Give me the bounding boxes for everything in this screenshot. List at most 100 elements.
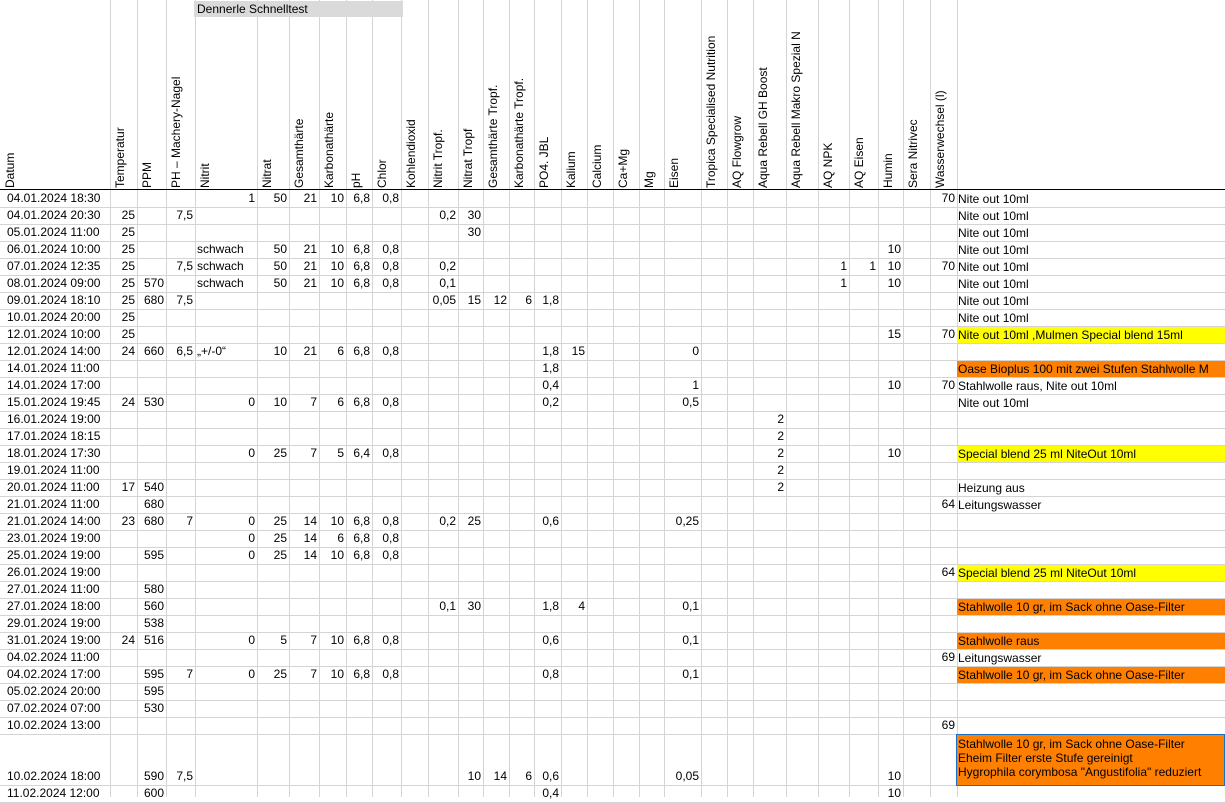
cell-gesamtharte[interactable]: 7 <box>289 445 317 462</box>
cell-temperatur[interactable]: 25 <box>110 326 135 343</box>
cell-chlor[interactable]: 0,8 <box>372 241 399 258</box>
cell-ppm[interactable]: 540 <box>137 479 164 496</box>
cell-ph[interactable]: 6,4 <box>346 445 370 462</box>
date-cell[interactable]: 12.01.2024 14:00 <box>7 343 100 360</box>
cell-temperatur[interactable]: 24 <box>110 632 135 649</box>
cell-chlor[interactable]: 0,8 <box>372 666 399 683</box>
date-cell[interactable]: 14.01.2024 11:00 <box>7 360 100 377</box>
cell-aqua-rebell-gh-boost[interactable]: 2 <box>753 462 784 479</box>
cell-ph-machery-nagel[interactable]: 7 <box>166 666 193 683</box>
cell-nitrat[interactable]: 25 <box>257 530 287 547</box>
cell-humin[interactable]: 10 <box>878 785 901 802</box>
cell-ph[interactable]: 6,8 <box>346 530 370 547</box>
cell-ppm[interactable]: 560 <box>137 598 164 615</box>
cell-nitrat[interactable]: 25 <box>257 666 287 683</box>
cell-nitrit-tropf[interactable]: 0,05 <box>428 292 456 309</box>
notes-cell[interactable]: Nite out 10ml <box>957 225 1225 241</box>
cell-ph-machery-nagel[interactable]: 7,5 <box>166 768 193 785</box>
cell-nitrat[interactable]: 5 <box>257 632 287 649</box>
cell-temperatur[interactable]: 25 <box>110 275 135 292</box>
cell-ph[interactable]: 6,8 <box>346 666 370 683</box>
cell-eisen[interactable]: 0,1 <box>664 666 699 683</box>
date-cell[interactable]: 04.01.2024 20:30 <box>7 207 100 224</box>
cell-karbonatharte[interactable]: 10 <box>319 632 344 649</box>
notes-cell[interactable]: Nite out 10ml ,Mulmen Special blend 15ml <box>957 327 1225 343</box>
cell-karbonatharte[interactable]: 6 <box>319 530 344 547</box>
cell-nitrit-tropf[interactable]: 0,1 <box>428 598 456 615</box>
cell-ppm[interactable]: 595 <box>137 547 164 564</box>
cell-gesamtharte[interactable]: 7 <box>289 632 317 649</box>
cell-kalium[interactable]: 15 <box>561 343 585 360</box>
date-cell[interactable]: 17.01.2024 18:15 <box>7 428 100 445</box>
cell-karbonatharte[interactable]: 10 <box>319 241 344 258</box>
cell-ppm[interactable]: 530 <box>137 700 164 717</box>
cell-wasserwechsel-l[interactable]: 70 <box>930 258 955 275</box>
cell-eisen[interactable]: 0,5 <box>664 394 699 411</box>
notes-cell[interactable]: Nite out 10ml <box>957 276 1225 292</box>
date-cell[interactable]: 21.01.2024 14:00 <box>7 513 100 530</box>
cell-ppm[interactable]: 570 <box>137 275 164 292</box>
cell-temperatur[interactable]: 25 <box>110 292 135 309</box>
cell-temperatur[interactable]: 25 <box>110 241 135 258</box>
cell-nitrat[interactable]: 10 <box>257 394 287 411</box>
cell-nitrit[interactable]: 0 <box>195 547 255 564</box>
notes-cell[interactable]: Nite out 10ml <box>957 208 1225 224</box>
cell-nitrat[interactable]: 50 <box>257 190 287 207</box>
cell-ph-machery-nagel[interactable]: 7 <box>166 513 193 530</box>
cell-nitrit-tropf[interactable]: 0,2 <box>428 207 456 224</box>
cell-aqua-rebell-gh-boost[interactable]: 2 <box>753 479 784 496</box>
cell-nitrat-tropf[interactable]: 10 <box>458 768 481 785</box>
notes-cell[interactable]: Stahlwolle 10 gr, im Sack ohne Oase-Filt… <box>957 599 1225 615</box>
cell-humin[interactable]: 10 <box>878 377 901 394</box>
cell-ph[interactable]: 6,8 <box>346 343 370 360</box>
cell-temperatur[interactable]: 25 <box>110 224 135 241</box>
cell-ph-machery-nagel[interactable]: 7,5 <box>166 258 193 275</box>
cell-ph[interactable]: 6,8 <box>346 258 370 275</box>
cell-karbonatharte[interactable]: 6 <box>319 394 344 411</box>
cell-temperatur[interactable]: 25 <box>110 258 135 275</box>
cell-gesamtharte[interactable]: 21 <box>289 343 317 360</box>
cell-eisen[interactable]: 0,05 <box>664 768 699 785</box>
notes-cell[interactable]: Heizung aus <box>957 480 1225 496</box>
date-cell[interactable]: 10.01.2024 20:00 <box>7 309 100 326</box>
cell-ppm[interactable]: 595 <box>137 683 164 700</box>
cell-gesamtharte[interactable]: 21 <box>289 190 317 207</box>
cell-ph-machery-nagel[interactable]: 7,5 <box>166 292 193 309</box>
date-cell[interactable]: 06.01.2024 10:00 <box>7 241 100 258</box>
cell-nitrat[interactable]: 50 <box>257 241 287 258</box>
cell-nitrit[interactable]: 0 <box>195 632 255 649</box>
cell-aq-npk[interactable]: 1 <box>818 275 847 292</box>
spreadsheet[interactable]: Dennerle Schnelltest Datum Temperatur PPM P… <box>0 0 1225 803</box>
cell-chlor[interactable]: 0,8 <box>372 343 399 360</box>
cell-ph[interactable]: 6,8 <box>346 394 370 411</box>
cell-karbonatharte[interactable]: 10 <box>319 190 344 207</box>
cell-nitrit[interactable]: schwach <box>197 275 244 292</box>
date-cell[interactable]: 21.01.2024 11:00 <box>7 496 100 513</box>
cell-po4-jbl[interactable]: 1,8 <box>534 598 559 615</box>
date-cell[interactable]: 18.01.2024 17:30 <box>7 445 100 462</box>
cell-gesamtharte[interactable]: 14 <box>289 547 317 564</box>
date-cell[interactable]: 23.01.2024 19:00 <box>7 530 100 547</box>
cell-chlor[interactable]: 0,8 <box>372 258 399 275</box>
cell-wasserwechsel-l[interactable]: 70 <box>930 190 955 207</box>
cell-nitrit-tropf[interactable]: 0,2 <box>428 513 456 530</box>
cell-wasserwechsel-l[interactable]: 69 <box>930 717 955 734</box>
date-cell[interactable]: 31.01.2024 19:00 <box>7 632 100 649</box>
cell-nitrat-tropf[interactable]: 25 <box>458 513 481 530</box>
cell-po4-jbl[interactable]: 1,8 <box>534 292 559 309</box>
cell-aqua-rebell-gh-boost[interactable]: 2 <box>753 411 784 428</box>
cell-nitrat[interactable]: 25 <box>257 445 287 462</box>
cell-ppm[interactable]: 530 <box>137 394 164 411</box>
cell-chlor[interactable]: 0,8 <box>372 275 399 292</box>
cell-gesamtharte[interactable]: 21 <box>289 258 317 275</box>
cell-humin[interactable]: 15 <box>878 326 901 343</box>
cell-temperatur[interactable]: 23 <box>110 513 135 530</box>
cell-wasserwechsel-l[interactable]: 69 <box>930 649 955 666</box>
cell-ppm[interactable]: 660 <box>137 343 164 360</box>
cell-nitrat-tropf[interactable]: 30 <box>458 224 481 241</box>
cell-kalium[interactable]: 4 <box>561 598 585 615</box>
cell-ppm[interactable]: 516 <box>137 632 164 649</box>
cell-ppm[interactable]: 680 <box>137 513 164 530</box>
notes-cell[interactable]: Oase Bioplus 100 mit zwei Stufen Stahlwo… <box>957 361 1225 377</box>
date-cell[interactable]: 12.01.2024 10:00 <box>7 326 100 343</box>
